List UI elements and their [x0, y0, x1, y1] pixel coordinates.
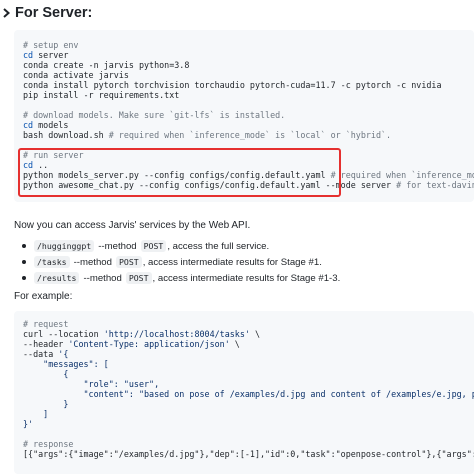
endpoint-description: , access intermediate results for Stage … [152, 272, 341, 284]
endpoint-path: /hugginggpt [34, 240, 95, 252]
code-token: bash download.sh [23, 130, 109, 140]
code-string: 'Content-Type: application/json' [68, 339, 230, 349]
code-line: "role": "user", [23, 379, 474, 389]
code-line: # setup env [23, 40, 474, 50]
endpoint-description: , access the full service. [167, 240, 270, 252]
code-token: cd [23, 120, 34, 130]
request-code-block[interactable]: # request curl --location 'http://localho… [14, 311, 474, 474]
endpoint-item-results: /results --method POST , access intermed… [22, 270, 340, 286]
method-flag: --method [73, 256, 112, 268]
code-line: "messages": [ [23, 359, 474, 369]
code-token: --data [23, 349, 59, 359]
code-string: ] [23, 409, 49, 419]
code-line: # response [23, 439, 474, 449]
endpoint-path: /tasks [34, 256, 70, 268]
code-line: [{"args":{"image":"/examples/d.jpg"},"de… [23, 449, 474, 459]
code-comment: # response [23, 439, 74, 449]
code-line: ] [23, 409, 474, 419]
anchor-link-icon[interactable] [0, 6, 12, 20]
code-string: } [23, 399, 69, 409]
code-line: conda activate jarvis [23, 70, 474, 80]
method-badge: POST [115, 256, 142, 268]
code-token: \ [249, 329, 261, 339]
code-string: "role": "user", [23, 379, 160, 389]
code-line: conda install pytorch torchvision torcha… [23, 80, 474, 90]
section-heading-text: For Server: [15, 5, 93, 21]
code-token: --header [23, 339, 69, 349]
code-string: 'http://localhost:8004/tasks' [103, 329, 250, 339]
code-line: cd server [23, 50, 474, 60]
code-comment: # required when `inference_mode` is `lo [330, 170, 474, 180]
example-label: For example: [14, 291, 73, 302]
method-flag: --method [83, 272, 122, 284]
code-line: # request [23, 319, 474, 329]
code-token: pip install -r requirements.txt [23, 90, 180, 100]
code-comment: # for text-davinci-003 [396, 180, 474, 190]
endpoint-list: /hugginggpt --method POST , access the f… [22, 238, 340, 286]
code-line: --header 'Content-Type: application/json… [23, 339, 474, 349]
code-string: { [23, 369, 69, 379]
code-token: conda create -n jarvis python=3.8 [23, 60, 190, 70]
code-line: conda create -n jarvis python=3.8 [23, 60, 474, 70]
code-line: # download models. Make sure `git-lfs` i… [23, 110, 474, 120]
code-token: curl --location [23, 329, 104, 339]
endpoint-path: /results [34, 272, 80, 284]
code-line: { [23, 369, 474, 379]
code-line: "content": "based on pose of /examples/d… [23, 389, 474, 399]
code-string: "messages": [ [23, 359, 109, 369]
code-line: cd models [23, 120, 474, 130]
code-token: conda activate jarvis [23, 70, 129, 80]
run-server-highlight-box [18, 148, 341, 197]
code-line: bash download.sh # required when `infere… [23, 130, 474, 140]
code-line: }' [23, 419, 474, 429]
method-badge: POST [125, 272, 152, 284]
code-line: } [23, 399, 474, 409]
endpoint-item-hugginggpt: /hugginggpt --method POST , access the f… [22, 238, 340, 254]
code-string: }' [23, 419, 34, 429]
code-token: models [33, 120, 69, 130]
code-token: cd [23, 50, 34, 60]
code-string: '{ [58, 349, 69, 359]
method-badge: POST [140, 240, 167, 252]
request-code: # request curl --location 'http://localho… [14, 311, 474, 459]
intro-text: Now you can access Jarvis' services by t… [14, 220, 251, 231]
code-comment: # download models. Make sure `git-lfs` i… [23, 110, 286, 120]
section-heading: For Server: [0, 2, 92, 24]
code-token: conda install pytorch torchvision torcha… [23, 80, 442, 90]
code-token: server [33, 50, 69, 60]
code-token: [{"args":{"image":"/examples/d.jpg"},"de… [23, 449, 474, 459]
code-comment: # required when `inference_mode` is `loc… [108, 130, 392, 140]
code-comment: # setup env [23, 40, 79, 50]
code-comment: # request [23, 319, 69, 329]
method-flag: --method [98, 240, 137, 252]
code-line: pip install -r requirements.txt [23, 90, 474, 100]
code-string: "content": "based on pose of /examples/d… [83, 389, 474, 399]
code-line: --data '{ [23, 349, 474, 359]
endpoint-item-tasks: /tasks --method POST , access intermedia… [22, 254, 340, 270]
code-token: \ [229, 339, 240, 349]
endpoint-description: , access intermediate results for Stage … [142, 256, 322, 268]
code-line: curl --location 'http://localhost:8004/t… [23, 329, 474, 339]
